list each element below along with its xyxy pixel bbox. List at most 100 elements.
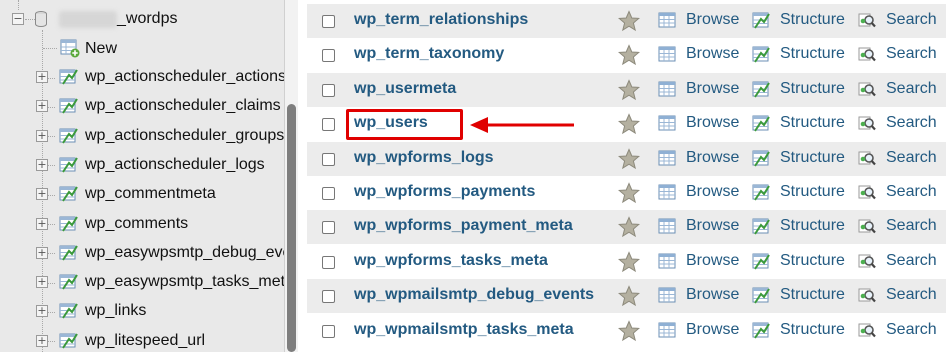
nav-table-label[interactable]: wp_actionscheduler_groups [85, 127, 284, 145]
row-checkbox[interactable] [322, 152, 335, 166]
expand-table-toggle[interactable]: + [36, 217, 48, 230]
structure-link[interactable]: Structure [752, 149, 845, 167]
table-structure-icon[interactable] [59, 96, 79, 121]
row-checkbox[interactable] [322, 290, 335, 304]
table-structure-icon[interactable] [59, 272, 79, 297]
table-structure-icon[interactable] [59, 331, 79, 352]
nav-table-label[interactable]: wp_litespeed_url [85, 332, 205, 350]
nav-table-item[interactable]: + wp_easywpsmtp_debug_events [0, 239, 284, 268]
search-link[interactable]: Search [858, 217, 937, 235]
nav-table-item[interactable]: + wp_links [0, 297, 284, 326]
search-link[interactable]: Search [858, 45, 937, 63]
search-link[interactable]: Search [858, 321, 937, 339]
nav-scrollbar-thumb[interactable] [287, 104, 296, 352]
star-icon[interactable] [617, 147, 641, 170]
table-name-link[interactable]: wp_usermeta [354, 80, 456, 98]
search-link[interactable]: Search [858, 11, 937, 29]
browse-link[interactable]: Browse [658, 114, 739, 132]
expand-table-toggle[interactable]: + [36, 129, 48, 142]
table-name-link[interactable]: wp_wpforms_payments [354, 183, 535, 201]
table-structure-icon[interactable] [59, 67, 79, 92]
table-name-link[interactable]: wp_wpforms_tasks_meta [354, 252, 548, 270]
structure-link[interactable]: Structure [752, 321, 845, 339]
expand-table-toggle[interactable]: + [36, 305, 48, 318]
nav-table-item[interactable]: + wp_comments [0, 210, 284, 239]
nav-table-label[interactable]: wp_easywpsmtp_tasks_meta [85, 273, 284, 291]
table-name-link[interactable]: wp_wpforms_logs [354, 149, 494, 167]
star-icon[interactable] [617, 251, 641, 273]
star-icon[interactable] [617, 319, 641, 342]
expand-table-toggle[interactable]: + [36, 334, 48, 347]
star-icon[interactable] [617, 113, 641, 135]
nav-table-label[interactable]: wp_commentmeta [85, 185, 216, 203]
row-checkbox[interactable] [322, 118, 335, 132]
structure-link[interactable]: Structure [752, 286, 845, 304]
table-name-link[interactable]: wp_wpforms_payment_meta [354, 217, 573, 235]
row-checkbox[interactable] [322, 83, 335, 97]
nav-table-label[interactable]: wp_links [85, 302, 146, 320]
row-checkbox[interactable] [322, 187, 335, 200]
table-structure-icon[interactable] [59, 155, 79, 180]
browse-link[interactable]: Browse [658, 149, 739, 167]
row-checkbox[interactable] [322, 255, 335, 269]
expand-table-toggle[interactable]: + [36, 158, 48, 171]
search-link[interactable]: Search [858, 114, 937, 132]
structure-link[interactable]: Structure [752, 11, 845, 29]
row-checkbox[interactable] [322, 49, 335, 63]
expand-table-toggle[interactable]: + [36, 246, 48, 259]
search-link[interactable]: Search [858, 252, 937, 270]
star-icon[interactable] [617, 79, 641, 101]
structure-link[interactable]: Structure [752, 45, 845, 63]
table-name-link[interactable]: wp_term_taxonomy [354, 45, 504, 63]
structure-link[interactable]: Structure [752, 80, 845, 98]
star-icon[interactable] [617, 44, 641, 66]
nav-table-item[interactable]: + wp_actionscheduler_actions [0, 63, 284, 92]
nav-table-label[interactable]: wp_actionscheduler_logs [85, 156, 265, 174]
search-link[interactable]: Search [858, 286, 937, 304]
browse-link[interactable]: Browse [658, 217, 739, 235]
browse-link[interactable]: Browse [658, 80, 739, 98]
table-structure-icon[interactable] [59, 126, 79, 151]
structure-link[interactable]: Structure [752, 114, 845, 132]
structure-link[interactable]: Structure [752, 217, 845, 235]
browse-link[interactable]: Browse [658, 252, 739, 270]
nav-table-label[interactable]: wp_actionscheduler_claims [85, 97, 281, 115]
nav-table-item[interactable]: + wp_commentmeta [0, 180, 284, 209]
nav-table-item[interactable]: + wp_litespeed_url [0, 327, 284, 352]
table-name-link[interactable]: wp_wpmailsmtp_debug_events [354, 286, 594, 304]
table-structure-icon[interactable] [59, 184, 79, 209]
collapse-database-toggle[interactable]: − [12, 13, 24, 25]
nav-table-label[interactable]: wp_actionscheduler_actions [85, 68, 284, 86]
expand-table-toggle[interactable]: + [36, 276, 48, 289]
nav-table-item[interactable]: + wp_actionscheduler_groups [0, 122, 284, 151]
expand-table-toggle[interactable]: + [36, 71, 48, 83]
browse-link[interactable]: Browse [658, 183, 739, 201]
row-checkbox[interactable] [322, 221, 335, 235]
star-icon[interactable] [617, 182, 641, 204]
table-structure-icon[interactable] [59, 214, 79, 239]
table-structure-icon[interactable] [59, 301, 79, 326]
star-icon[interactable] [617, 216, 641, 238]
new-table-link[interactable]: New [85, 40, 117, 58]
star-icon[interactable] [617, 285, 641, 307]
structure-link[interactable]: Structure [752, 252, 845, 270]
nav-table-label[interactable]: wp_easywpsmtp_debug_events [85, 244, 284, 262]
table-name-link[interactable]: wp_term_relationships [354, 11, 528, 29]
table-name-link[interactable]: wp_wpmailsmtp_tasks_meta [354, 321, 574, 339]
database-name[interactable]: _wordps [117, 10, 177, 28]
structure-link[interactable]: Structure [752, 183, 845, 201]
nav-table-item[interactable]: + wp_easywpsmtp_tasks_meta [0, 268, 284, 297]
table-structure-icon[interactable] [59, 243, 79, 268]
browse-link[interactable]: Browse [658, 45, 739, 63]
browse-link[interactable]: Browse [658, 321, 739, 339]
row-checkbox[interactable] [322, 324, 335, 338]
search-link[interactable]: Search [858, 80, 937, 98]
search-link[interactable]: Search [858, 149, 937, 167]
expand-table-toggle[interactable]: + [36, 100, 48, 113]
browse-link[interactable]: Browse [658, 11, 739, 29]
browse-link[interactable]: Browse [658, 286, 739, 304]
nav-table-label[interactable]: wp_comments [85, 215, 188, 233]
nav-table-item[interactable]: + wp_actionscheduler_logs [0, 151, 284, 180]
star-icon[interactable] [617, 10, 641, 32]
expand-table-toggle[interactable]: + [36, 188, 48, 201]
